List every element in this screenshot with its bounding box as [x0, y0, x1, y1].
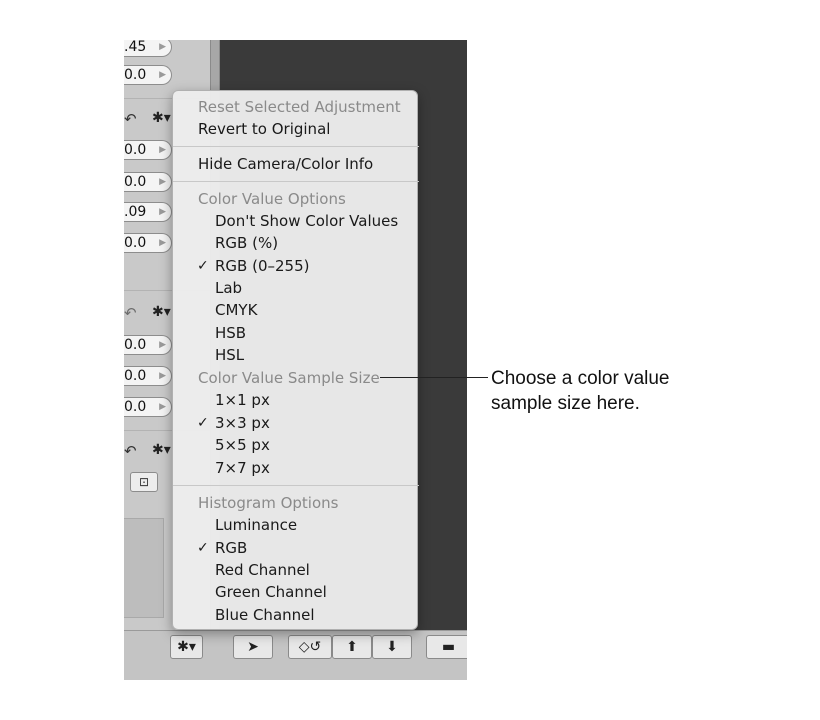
rotate-icon: ◇↺ [298, 639, 322, 655]
gear-icon[interactable]: ✱▾ [152, 110, 171, 126]
menu-item-luminance[interactable]: Luminance [215, 514, 461, 536]
value-field[interactable]: 0.0 ▶ [124, 335, 172, 355]
menu-item-hsl[interactable]: HSL [215, 344, 461, 366]
stepper-arrow-icon[interactable]: ▶ [159, 141, 166, 159]
gear-icon[interactable]: ✱▾ [152, 442, 171, 458]
undo-icon[interactable]: ↶ [124, 304, 137, 322]
value-field[interactable]: .09 ▶ [124, 202, 172, 222]
menu-item-revert-to-original[interactable]: Revert to Original [198, 118, 444, 140]
menu-item-1x1-px[interactable]: 1×1 px [215, 389, 461, 411]
menu-header-histogram-options: Histogram Options [198, 494, 339, 512]
rotate-tool-button[interactable]: ◇↺ [288, 635, 332, 659]
stepper-arrow-icon[interactable]: ▶ [159, 398, 166, 416]
callout-text: Choose a color value sample size here. [491, 368, 670, 414]
menu-item-5x5-px[interactable]: 5×5 px [215, 434, 461, 456]
straighten-icon: ▬ [441, 639, 456, 655]
field-value: 0.0 [124, 174, 147, 190]
pointer-icon: ➤ [247, 639, 259, 655]
stepper-arrow-icon[interactable]: ▶ [159, 336, 166, 354]
field-value: 0.0 [124, 399, 147, 415]
value-field[interactable]: .45 ▶ [124, 40, 172, 57]
gear-icon: ✱▾ [177, 639, 196, 655]
checkmark-icon: ✓ [197, 258, 209, 274]
value-field[interactable]: 0.0 ▶ [124, 366, 172, 386]
menu-separator [173, 181, 419, 182]
menu-item-rgb-0-255[interactable]: RGB (0–255) [215, 255, 461, 277]
menu-item-lab[interactable]: Lab [215, 277, 461, 299]
menu-item-cmyk[interactable]: CMYK [215, 299, 461, 321]
undo-icon[interactable]: ↶ [124, 110, 137, 128]
gear-icon[interactable]: ✱▾ [152, 304, 171, 320]
field-value: .09 [124, 204, 147, 220]
select-tool-button[interactable]: ➤ [233, 635, 273, 659]
menu-separator [173, 485, 419, 486]
stepper-arrow-icon[interactable]: ▶ [159, 66, 166, 84]
value-field[interactable]: 0.0 ▶ [124, 233, 172, 253]
stepper-arrow-icon[interactable]: ▶ [159, 203, 166, 221]
menu-item-blue-channel[interactable]: Blue Channel [215, 604, 461, 626]
field-value: 0.0 [124, 368, 147, 384]
field-value: 0.0 [124, 235, 147, 251]
crop-icon: ⊡ [138, 475, 150, 489]
stepper-arrow-icon[interactable]: ▶ [159, 234, 166, 252]
menu-header-color-value-options: Color Value Options [198, 190, 346, 208]
menu-item-green-channel[interactable]: Green Channel [215, 581, 461, 603]
menu-item-hide-camera-info[interactable]: Hide Camera/Color Info [198, 153, 444, 175]
value-field[interactable]: 0.0 ▶ [124, 65, 172, 85]
stepper-arrow-icon[interactable]: ▶ [159, 367, 166, 385]
menu-item-3x3-px[interactable]: 3×3 px [215, 412, 461, 434]
context-menu: Reset Selected Adjustment Revert to Orig… [172, 90, 419, 630]
menu-item-dont-show-color-values[interactable]: Don't Show Color Values [215, 210, 461, 232]
menu-item-hsb[interactable]: HSB [215, 322, 461, 344]
histogram [124, 518, 164, 618]
menu-item-rgb-percent[interactable]: RGB (%) [215, 232, 461, 254]
checkmark-icon: ✓ [197, 415, 209, 431]
value-field[interactable]: 0.0 ▶ [124, 397, 172, 417]
stepper-arrow-icon[interactable]: ▶ [159, 40, 166, 56]
straighten-tool-button[interactable]: ▬ [426, 635, 467, 659]
checkmark-icon: ✓ [197, 540, 209, 556]
lift-tool-button[interactable]: ⬆ [332, 635, 372, 659]
value-field[interactable]: 0.0 ▶ [124, 140, 172, 160]
field-value: .45 [124, 40, 147, 55]
menu-item-red-channel[interactable]: Red Channel [215, 559, 461, 581]
value-field[interactable]: 0.0 ▶ [124, 172, 172, 192]
stepper-arrow-icon[interactable]: ▶ [159, 173, 166, 191]
menu-separator [173, 146, 419, 147]
undo-icon[interactable]: ↶ [124, 442, 137, 460]
field-value: 0.0 [124, 142, 147, 158]
stamp-icon: ⬇ [386, 639, 398, 655]
field-value: 0.0 [124, 67, 147, 83]
field-value: 0.0 [124, 337, 147, 353]
lift-icon: ⬆ [346, 639, 358, 655]
menu-item-reset-selected-adjustment: Reset Selected Adjustment [198, 98, 401, 116]
stamp-tool-button[interactable]: ⬇ [372, 635, 412, 659]
menu-header-color-value-sample-size: Color Value Sample Size [198, 369, 380, 387]
action-menu-button[interactable]: ✱▾ [170, 635, 203, 659]
crop-button[interactable]: ⊡ [130, 472, 158, 492]
menu-item-7x7-px[interactable]: 7×7 px [215, 457, 461, 479]
callout-leader-line [380, 377, 488, 378]
menu-item-rgb[interactable]: RGB [215, 537, 461, 559]
